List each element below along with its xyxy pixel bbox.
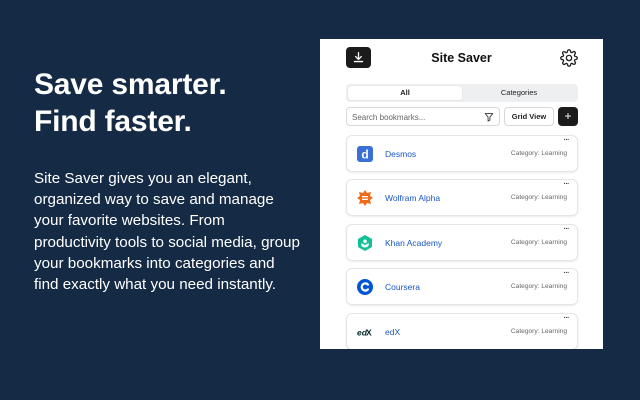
bookmark-category: Category: Learning	[510, 194, 567, 202]
bookmark-card-khan-academy[interactable]: Khan Academy Category: Learning ···	[346, 223, 578, 261]
bookmark-category: Category: Learning	[510, 283, 567, 291]
svg-text:d: d	[361, 147, 368, 161]
grid-view-button[interactable]: Grid View	[504, 107, 554, 126]
bookmark-list: d Desmos Category: Learning ··· Wolfram …	[346, 135, 578, 349]
edx-logo: ed X	[357, 324, 373, 340]
more-options-icon[interactable]: ···	[564, 315, 570, 323]
bookmark-category: Category: Learning	[510, 150, 567, 157]
search-box	[346, 107, 500, 126]
headline-line-2: Find faster.	[34, 105, 192, 138]
more-options-icon[interactable]: ···	[564, 137, 570, 145]
wolfram-alpha-logo	[357, 190, 373, 207]
headline-line-1: Save smarter.	[34, 68, 227, 101]
gear-icon[interactable]	[560, 49, 578, 67]
extension-popup: Site Saver All Categories Grid View + d …	[320, 39, 603, 349]
bookmark-name: Khan Academy	[385, 237, 443, 248]
tab-all[interactable]: All	[348, 86, 462, 100]
bookmark-category: Category: Learning	[510, 238, 567, 246]
khan-academy-logo	[357, 234, 373, 251]
bookmark-name: Coursera	[385, 282, 420, 293]
tab-categories[interactable]: Categories	[462, 86, 576, 100]
search-input[interactable]	[352, 111, 477, 123]
more-options-icon[interactable]: ···	[564, 270, 570, 278]
bookmark-card-coursera[interactable]: Coursera Category: Learning ···	[346, 268, 578, 306]
add-bookmark-button[interactable]: +	[558, 107, 578, 126]
bookmark-name: edX	[385, 326, 401, 337]
filter-icon[interactable]	[484, 112, 494, 122]
popup-header: Site Saver	[320, 39, 603, 79]
more-options-icon[interactable]: ···	[564, 181, 570, 189]
bookmark-name: Wolfram Alpha	[385, 193, 441, 204]
svg-text:X: X	[366, 327, 372, 337]
description: Site Saver gives you an elegant, organiz…	[34, 170, 300, 294]
bookmark-name: Desmos	[385, 149, 417, 159]
more-options-icon[interactable]: ···	[564, 226, 570, 234]
desmos-logo: d	[357, 146, 373, 162]
bookmark-card-desmos[interactable]: d Desmos Category: Learning ···	[346, 135, 578, 172]
headline: Save smarter. Find faster.	[34, 66, 227, 140]
coursera-logo	[357, 279, 373, 296]
bookmark-card-wolfram-alpha[interactable]: Wolfram Alpha Category: Learning ···	[346, 179, 578, 217]
bookmark-category: Category: Learning	[510, 327, 567, 335]
view-tabs: All Categories	[346, 84, 578, 102]
bookmark-card-edx[interactable]: ed X edX Category: Learning ···	[346, 312, 578, 349]
